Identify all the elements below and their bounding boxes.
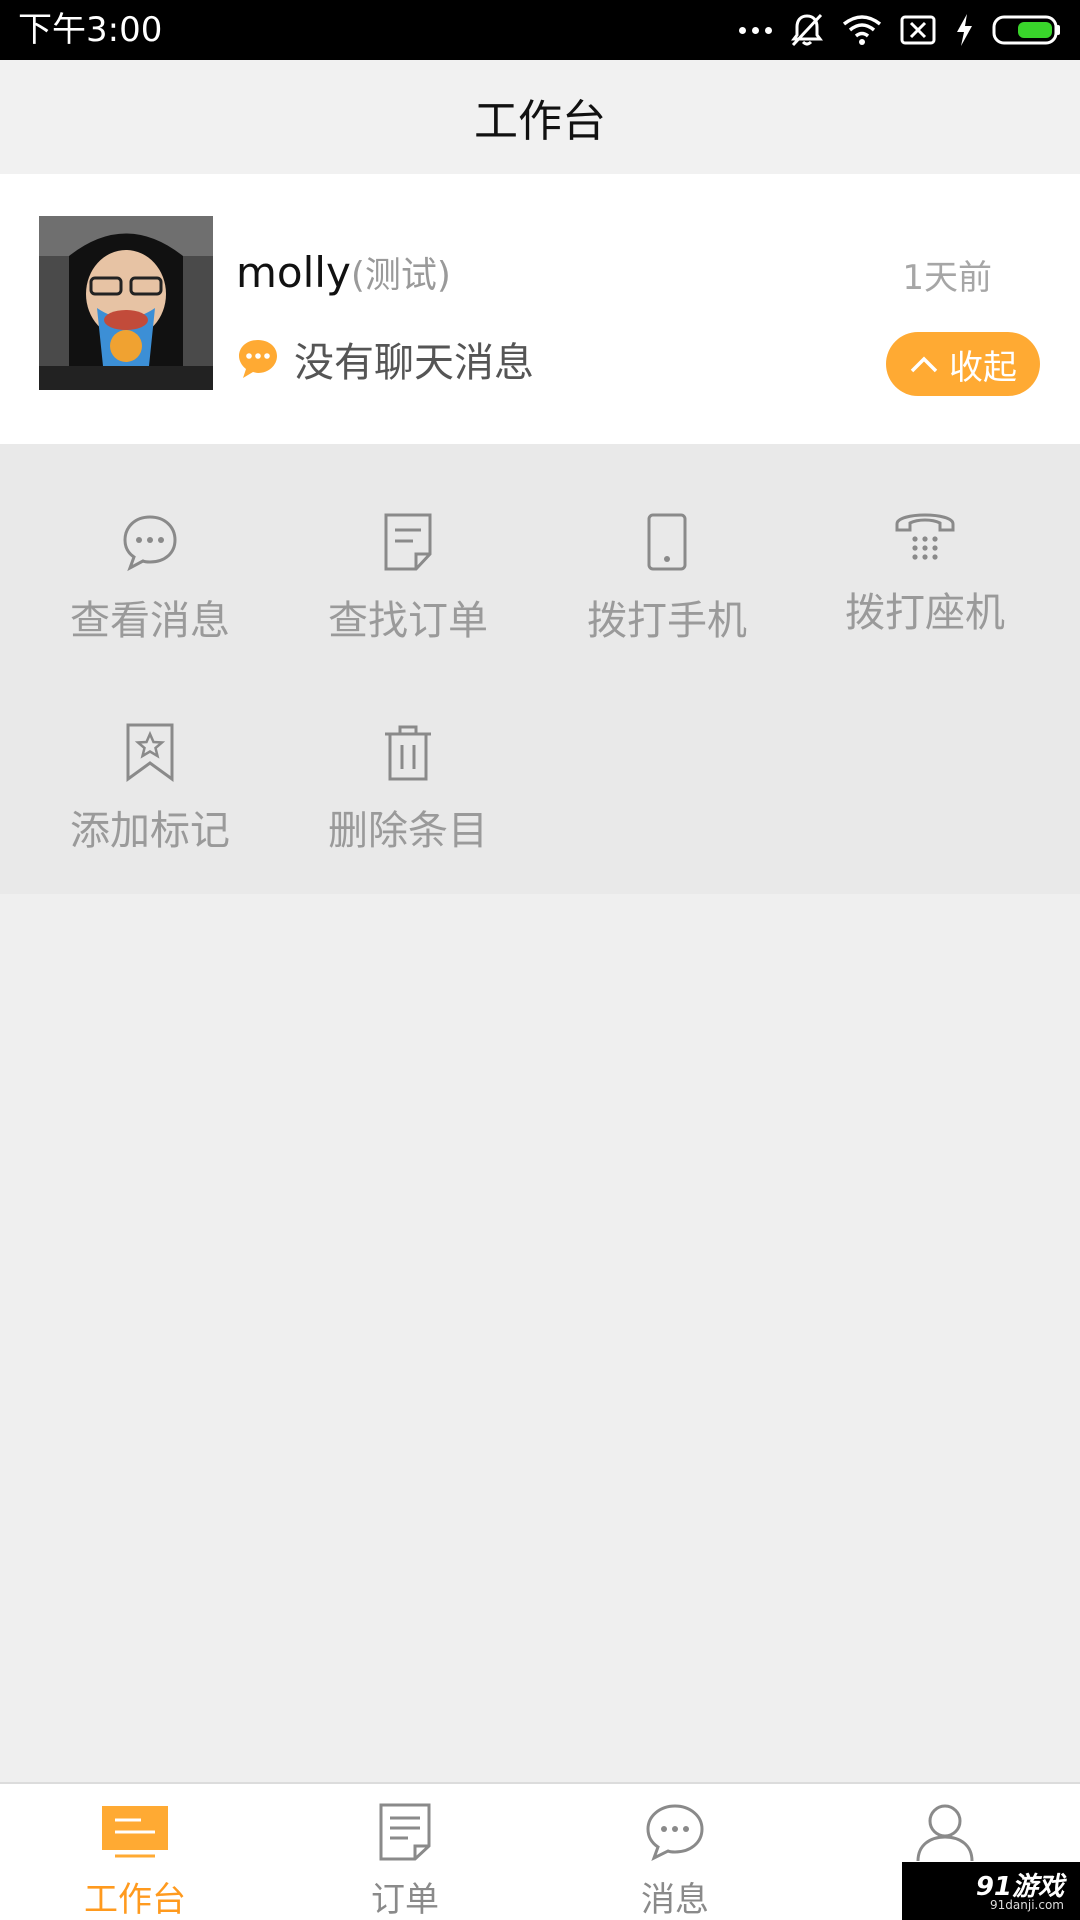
contact-name-text: molly: [236, 248, 351, 297]
battery-icon: [992, 15, 1060, 45]
action-add-mark[interactable]: 添加标记: [21, 712, 279, 862]
nav-label: 订单: [371, 1880, 439, 1920]
avatar[interactable]: [39, 216, 213, 390]
more-dots-icon: [739, 26, 772, 34]
contact-card[interactable]: molly(测试) 1天前 没有聊天消息 收起: [0, 174, 1080, 444]
contact-tag: (测试): [350, 255, 451, 296]
chevron-up-icon: [910, 356, 938, 373]
tab-workbench[interactable]: 工作台: [0, 1784, 270, 1920]
action-call-mobile[interactable]: 拨打手机: [538, 502, 796, 652]
nav-label: 消息: [641, 1880, 709, 1920]
tab-messages[interactable]: 消息: [540, 1784, 810, 1920]
contact-name: molly(测试): [236, 246, 451, 298]
no-sim-icon: [900, 15, 936, 45]
page-title: 工作台: [474, 96, 606, 147]
workbench-icon: [102, 1806, 168, 1858]
profile-icon: [916, 1804, 974, 1862]
landline-phone-icon: [895, 513, 955, 560]
status-bar: 下午3:00: [0, 0, 1080, 60]
charging-icon: [957, 14, 972, 46]
bookmark-star-icon: [126, 723, 174, 782]
title-bar: 工作台: [0, 60, 1080, 174]
last-message-row: 没有聊天消息: [236, 330, 534, 388]
last-active-time: 1天前: [902, 258, 992, 298]
collapse-button[interactable]: 收起: [886, 332, 1040, 396]
bell-muted-icon: [791, 13, 823, 47]
action-find-order[interactable]: 查找订单: [279, 502, 537, 652]
action-label: 查看消息: [70, 598, 230, 644]
watermark-url: 91danji.com: [990, 1898, 1064, 1912]
chat-bubble-icon: [123, 515, 177, 572]
trash-icon: [385, 725, 431, 781]
watermark-logo: 91游戏 91danji.com: [902, 1862, 1080, 1920]
action-label: 拨打手机: [587, 598, 747, 644]
action-label: 查找订单: [328, 598, 488, 644]
nav-label: 工作台: [84, 1880, 186, 1920]
message-icon: [646, 1804, 704, 1862]
action-label: 删除条目: [328, 808, 488, 854]
action-panel: 查看消息 查找订单 拨打手机 拨打座机 添加标记 删除条目: [0, 444, 1080, 894]
action-call-landline[interactable]: 拨打座机: [796, 494, 1054, 644]
action-view-messages[interactable]: 查看消息: [21, 502, 279, 652]
last-message-text: 没有聊天消息: [294, 340, 534, 386]
collapse-label: 收起: [949, 347, 1017, 388]
status-icons: [739, 8, 1062, 52]
document-icon: [384, 513, 432, 571]
action-label: 添加标记: [70, 808, 230, 854]
status-time: 下午3:00: [18, 10, 163, 50]
tab-orders[interactable]: 订单: [270, 1784, 540, 1920]
wifi-icon: [842, 15, 882, 45]
chat-bubble-icon: [239, 340, 277, 378]
action-delete-item[interactable]: 删除条目: [279, 712, 537, 862]
order-icon: [379, 1803, 431, 1861]
mobile-phone-icon: [647, 513, 687, 571]
action-label: 拨打座机: [845, 590, 1005, 636]
